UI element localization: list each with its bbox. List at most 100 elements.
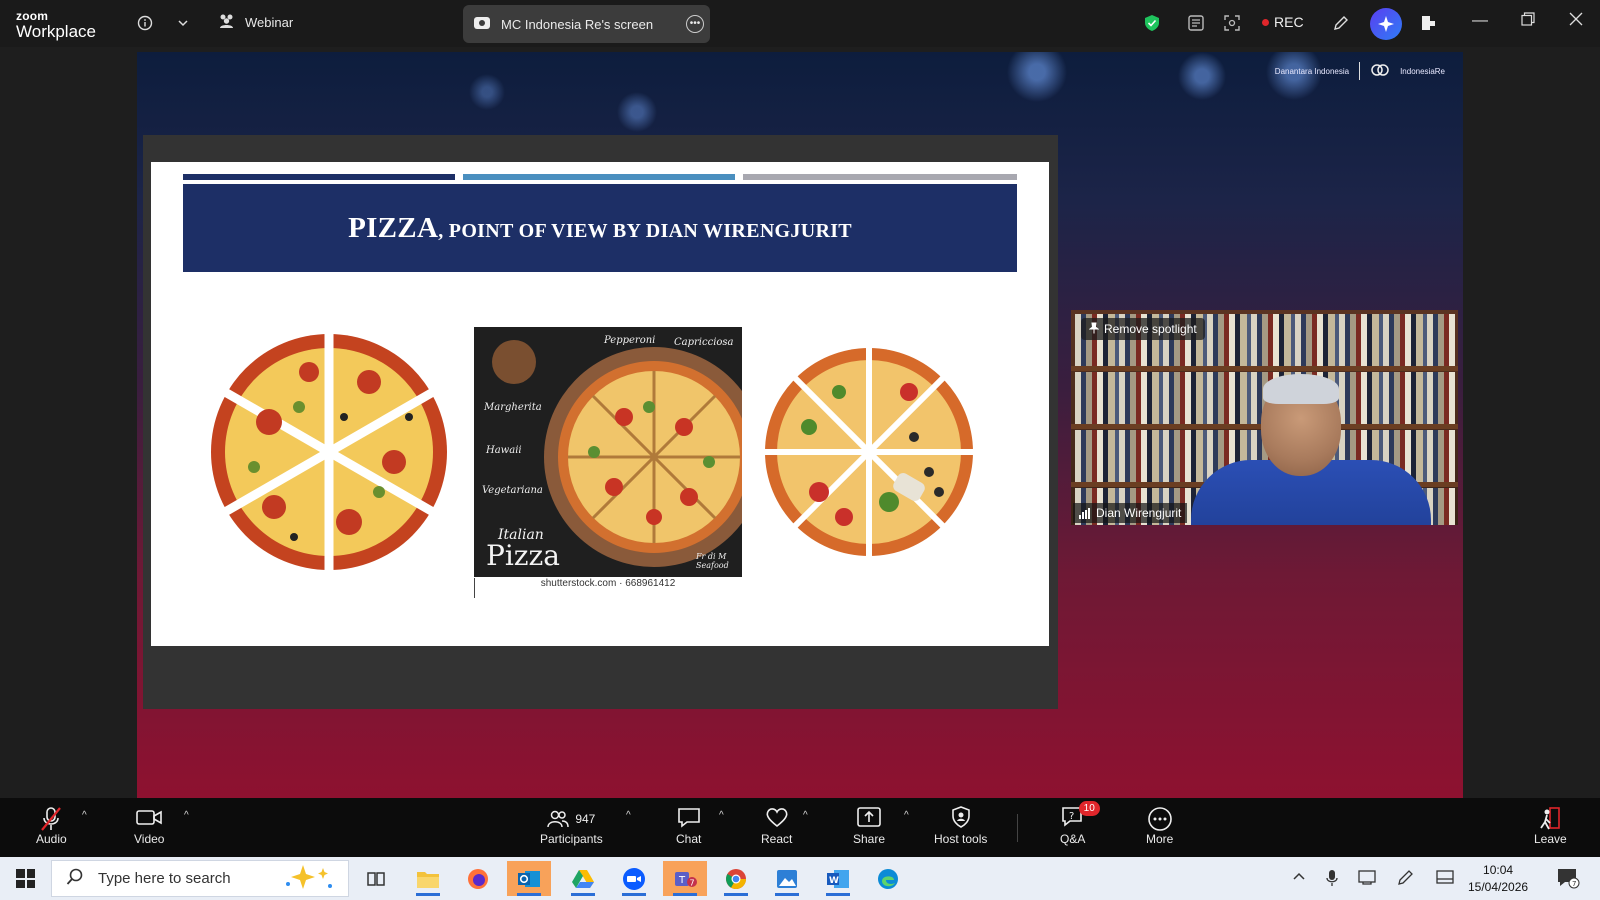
chat-icon: [677, 806, 701, 832]
brand-logos: Danantara Indonesia IndonesiaRe: [1275, 62, 1445, 80]
participant-name-label: Dian Wirengjurit: [1073, 503, 1188, 523]
participants-icon: 947: [547, 806, 595, 832]
shared-screen: Danantara Indonesia IndonesiaRe PIZZA, P…: [137, 52, 1463, 798]
react-button[interactable]: React: [761, 806, 792, 846]
more-options-icon[interactable]: •••: [686, 15, 704, 33]
more-button[interactable]: More: [1146, 806, 1173, 846]
webinar-label: Webinar: [245, 15, 294, 30]
heart-icon: [765, 806, 789, 832]
menu-pepperoni: Pepperoni: [604, 335, 656, 346]
apps-icon[interactable]: [1220, 11, 1244, 35]
audio-options-caret-icon[interactable]: ^: [82, 810, 87, 821]
chat-button[interactable]: Chat: [676, 806, 701, 846]
audio-label: Audio: [36, 832, 67, 846]
task-view-icon[interactable]: [354, 861, 398, 896]
file-explorer-icon[interactable]: [406, 861, 450, 896]
zoom-app-icon[interactable]: [612, 861, 656, 896]
microphone-tray-icon[interactable]: [1326, 869, 1338, 891]
webinar-indicator[interactable]: Webinar: [218, 13, 293, 32]
remove-spotlight-label: Remove spotlight: [1104, 322, 1197, 336]
clock-date: 15/04/2026: [1468, 880, 1529, 894]
teams-icon[interactable]: T7: [663, 861, 707, 896]
photos-icon[interactable]: [765, 861, 809, 896]
display-tray-icon[interactable]: [1436, 869, 1454, 889]
firefox-icon[interactable]: [456, 861, 500, 896]
shared-screen-tab[interactable]: MC Indonesia Re's screen •••: [463, 5, 710, 43]
share-button[interactable]: Share: [853, 806, 885, 846]
italian-pizza-script: Italian Pizza: [486, 527, 560, 572]
participants-label: Participants: [540, 832, 603, 846]
slide-title: PIZZA, POINT OF VIEW BY DIAN WIRENGJURIT: [348, 212, 852, 245]
notes-icon[interactable]: [1184, 11, 1208, 35]
close-icon[interactable]: [1564, 12, 1588, 31]
participants-options-caret-icon[interactable]: ^: [626, 810, 631, 821]
audio-button[interactable]: Audio: [36, 806, 67, 846]
edge-icon[interactable]: [866, 861, 910, 896]
taskbar-search-box[interactable]: Type here to search: [51, 860, 349, 897]
system-clock[interactable]: 10:04 15/04/2026: [1468, 862, 1528, 896]
host-tools-button[interactable]: Host tools: [934, 806, 987, 846]
restore-icon[interactable]: [1516, 12, 1540, 31]
pin-icon: [1088, 322, 1100, 337]
italian-pizza-chalkboard-image: Pepperoni Capricciosa Margherita Hawaii …: [474, 327, 742, 577]
pen-tray-icon[interactable]: [1396, 869, 1414, 891]
menu-hawaii: Hawaii: [486, 445, 522, 456]
outlook-icon[interactable]: [507, 861, 551, 896]
clock-time: 10:04: [1483, 863, 1514, 877]
title-bar: zoom Workplace Webinar MC Indonesia Re's…: [0, 0, 1600, 47]
slide-frame: PIZZA, POINT OF VIEW BY DIAN WIRENGJURIT: [143, 135, 1058, 709]
share-options-caret-icon[interactable]: ^: [904, 810, 909, 821]
menu-margherita: Margherita: [484, 402, 542, 413]
menu-seafood: Fr di M Seafood: [696, 552, 729, 570]
video-button[interactable]: Video: [134, 806, 164, 846]
brand-danantara: Danantara Indonesia: [1274, 66, 1350, 76]
brand-indonesiare: IndonesiaRe: [1400, 66, 1445, 76]
leave-label: Leave: [1534, 832, 1567, 846]
share-control-icon[interactable]: [1416, 11, 1440, 35]
chevron-down-icon[interactable]: [171, 11, 195, 35]
menu-capricciosa: Capricciosa: [674, 337, 734, 348]
menu-vegetariana: Vegetariana: [482, 485, 543, 496]
svg-text:W: W: [829, 876, 839, 886]
leave-door-icon: [1538, 806, 1562, 832]
participants-button[interactable]: 947 Participants: [540, 806, 603, 846]
network-tray-icon[interactable]: [1358, 869, 1376, 889]
share-screen-icon: [473, 16, 491, 33]
remove-spotlight-button[interactable]: Remove spotlight: [1081, 318, 1205, 340]
info-icon[interactable]: [133, 11, 157, 35]
qa-badge: 10: [1078, 801, 1100, 816]
chat-options-caret-icon[interactable]: ^: [719, 810, 724, 821]
annotate-icon[interactable]: [1329, 11, 1353, 35]
slide-title-rest: , POINT OF VIEW BY DIAN WIRENGJURIT: [438, 219, 852, 242]
svg-text:?: ?: [1069, 811, 1074, 822]
windows-taskbar: Type here to search T7 W 10:04 15/04/202…: [0, 857, 1600, 900]
chrome-icon[interactable]: [714, 861, 758, 896]
more-dots-icon: [1147, 806, 1173, 832]
video-options-caret-icon[interactable]: ^: [184, 810, 189, 821]
shared-screen-label: MC Indonesia Re's screen: [501, 16, 654, 32]
leave-button[interactable]: Leave: [1534, 806, 1567, 846]
search-highlight-sparkle-icon: [278, 862, 338, 896]
speaker-hair: [1263, 374, 1339, 404]
mixed-pizza-image: [763, 346, 975, 558]
ai-companion-icon[interactable]: [1370, 8, 1402, 40]
google-drive-icon[interactable]: [561, 861, 605, 896]
react-options-caret-icon[interactable]: ^: [803, 810, 808, 821]
notification-count: 7: [1572, 880, 1576, 888]
notifications-icon[interactable]: 7: [1556, 867, 1580, 893]
qa-button[interactable]: ? 10 Q&A: [1060, 801, 1100, 846]
meeting-controls: Audio ^ Video ^ 947 Participants ^ Chat …: [0, 798, 1600, 857]
toolbar-divider: [1017, 814, 1018, 842]
spotlight-video-tile[interactable]: Remove spotlight Dian Wirengjurit: [1071, 310, 1458, 525]
recording-indicator[interactable]: REC: [1262, 14, 1304, 30]
slide-title-band: PIZZA, POINT OF VIEW BY DIAN WIRENGJURIT: [183, 184, 1017, 272]
indonesia-re-logo-icon: [1370, 64, 1390, 78]
shield-check-icon[interactable]: [1140, 11, 1164, 35]
windows-start-icon[interactable]: [16, 869, 35, 888]
word-icon[interactable]: W: [816, 861, 860, 896]
record-dot-icon: [1262, 18, 1269, 26]
search-placeholder: Type here to search: [98, 870, 231, 887]
minimize-icon[interactable]: —: [1468, 12, 1492, 30]
show-hidden-icons-chevron-icon[interactable]: [1292, 869, 1306, 887]
search-icon: [66, 868, 84, 890]
